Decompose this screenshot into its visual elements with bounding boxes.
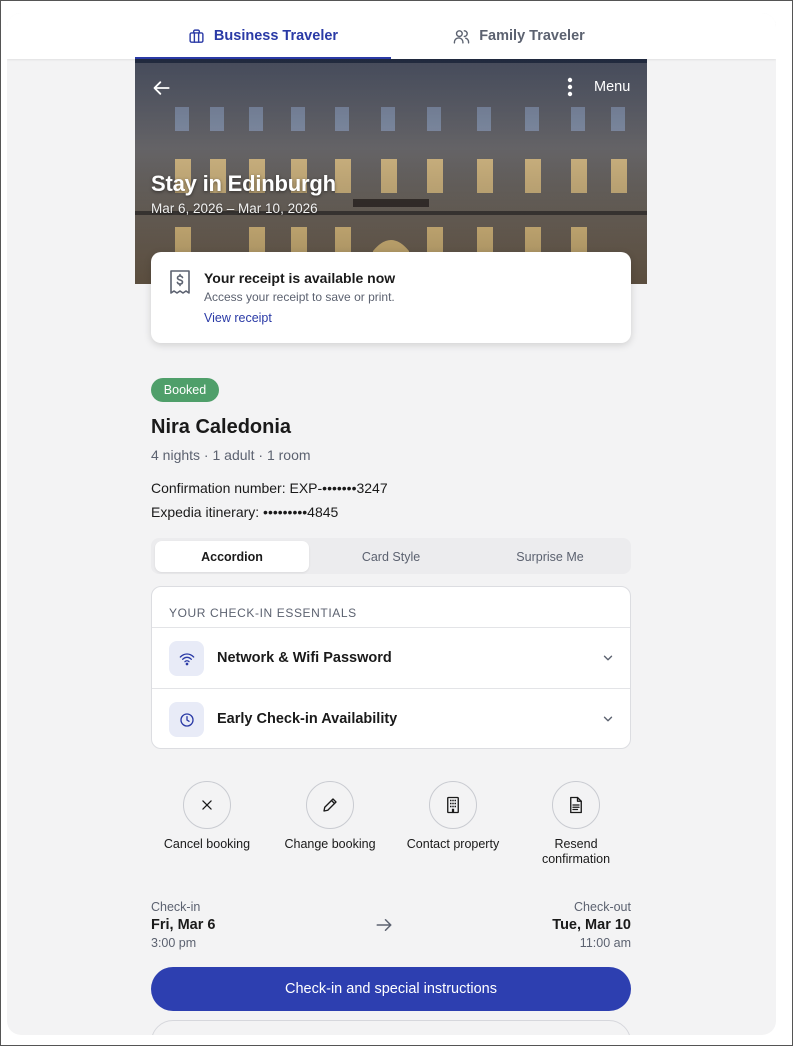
tab-card-style[interactable]: Card Style xyxy=(314,541,468,572)
building-icon xyxy=(429,781,477,829)
arrow-right-icon xyxy=(376,919,392,931)
checkout-time: 11:00 am xyxy=(579,936,631,950)
view-receipt-link[interactable]: View receipt xyxy=(204,311,272,325)
itinerary-number: Expedia itinerary: •••••••••4845 xyxy=(151,504,339,520)
action-label: Cancel booking xyxy=(163,837,251,851)
traveler-tabs: Business Traveler Family Traveler xyxy=(7,13,776,59)
tab-accordion[interactable]: Accordion xyxy=(155,541,309,572)
checkout-day: Tue, Mar 10 xyxy=(552,917,631,933)
receipt-icon xyxy=(170,270,190,294)
screenshot-frame: Business Traveler Family Traveler Menu S… xyxy=(0,0,793,1046)
checkin-label: Check-in xyxy=(151,900,201,914)
checkin-essentials-accordion: YOUR CHECK-IN ESSENTIALS Network & Wifi … xyxy=(151,586,631,749)
receipt-title: Your receipt is available now xyxy=(204,270,396,286)
accordion-item-label: Early Check-in Availability xyxy=(217,711,398,727)
change-booking-button[interactable]: Change booking xyxy=(270,781,390,852)
clock-icon xyxy=(169,702,204,737)
action-label: Change booking xyxy=(284,837,376,851)
cancel-booking-button[interactable]: Cancel booking xyxy=(147,781,267,852)
accordion-item-early-checkin[interactable]: Early Check-in Availability xyxy=(152,688,630,748)
pencil-icon xyxy=(306,781,354,829)
page-title: Stay in Edinburgh xyxy=(151,171,336,196)
accordion-item-wifi[interactable]: Network & Wifi Password xyxy=(152,627,630,688)
more-vertical-icon xyxy=(567,77,573,97)
tab-family-traveler[interactable]: Family Traveler xyxy=(391,13,647,59)
checkin-instructions-button[interactable]: Check-in and special instructions xyxy=(151,967,631,1011)
wifi-icon xyxy=(169,641,204,676)
stay-summary: 4 nights · 1 adult · 1 room xyxy=(151,447,311,463)
receipt-subtitle: Access your receipt to save or print. xyxy=(204,290,395,304)
hero-image: Menu Stay in Edinburgh Mar 6, 2026 – Mar… xyxy=(135,59,647,284)
tab-label: Business Traveler xyxy=(213,28,339,44)
action-label: Resend confirmation xyxy=(541,837,611,866)
checkin-time: 3:00 pm xyxy=(151,936,197,950)
more-options-button[interactable] xyxy=(563,75,577,99)
app-screen: Business Traveler Family Traveler Menu S… xyxy=(7,13,776,1035)
chevron-down-icon xyxy=(603,716,613,722)
tab-label: Family Traveler xyxy=(479,28,585,44)
accordion-item-label: Network & Wifi Password xyxy=(217,650,392,666)
tab-business-traveler[interactable]: Business Traveler xyxy=(135,13,391,59)
menu-button[interactable]: Menu xyxy=(594,79,630,95)
arrow-left-icon xyxy=(153,81,170,95)
view-style-tabs: Accordion Card Style Surprise Me xyxy=(151,538,631,574)
checkout-label: Check-out xyxy=(574,900,631,914)
section-header: YOUR CHECK-IN ESSENTIALS xyxy=(169,606,357,620)
resend-confirmation-button[interactable]: Resend confirmation xyxy=(516,781,636,867)
tab-surprise-me[interactable]: Surprise Me xyxy=(473,541,627,572)
confirmation-number: Confirmation number: EXP-•••••••3247 xyxy=(151,480,388,496)
status-badge: Booked xyxy=(151,378,219,402)
briefcase-icon xyxy=(189,28,204,43)
secondary-button[interactable] xyxy=(151,1020,631,1035)
chevron-down-icon xyxy=(603,655,613,661)
back-button[interactable] xyxy=(151,77,175,99)
document-icon xyxy=(552,781,600,829)
action-label: Contact property xyxy=(406,837,500,851)
users-icon xyxy=(453,29,470,44)
checkin-day: Fri, Mar 6 xyxy=(151,917,216,933)
close-icon xyxy=(183,781,231,829)
hotel-name: Nira Caledonia xyxy=(151,416,292,438)
stay-dates: Mar 6, 2026 – Mar 10, 2026 xyxy=(151,201,318,216)
contact-property-button[interactable]: Contact property xyxy=(393,781,513,852)
receipt-card: Your receipt is available now Access you… xyxy=(151,252,631,343)
